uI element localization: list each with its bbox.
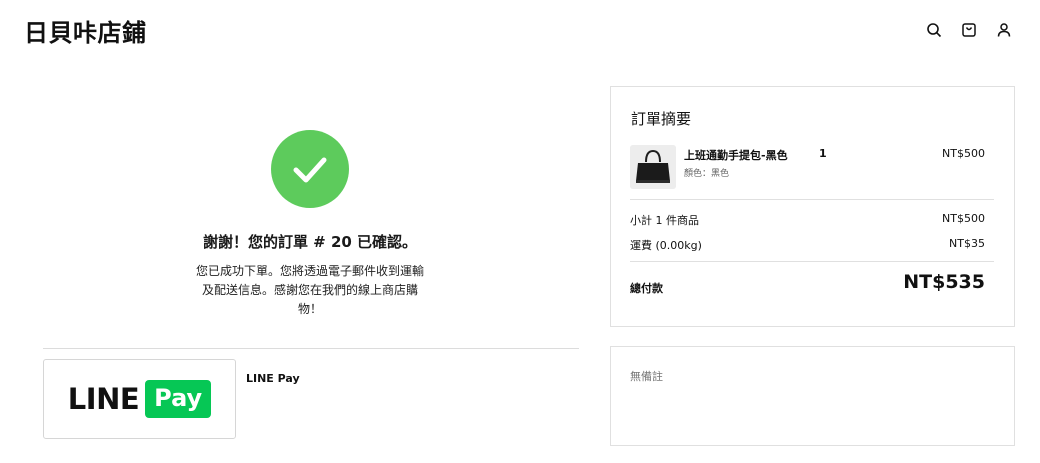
product-variant: 顏色：黑色 — [684, 169, 730, 179]
total-label: 總付款 — [630, 282, 663, 295]
subtotal-label: 小計 1 件商品 — [630, 214, 699, 227]
order-summary-title: 訂單摘要 — [631, 110, 692, 128]
shipping-label: 運費 (0.00kg) — [630, 239, 702, 252]
user-icon[interactable] — [996, 22, 1012, 38]
divider — [43, 348, 579, 349]
summary-divider — [630, 199, 994, 200]
shipping-value: NT$35 — [949, 237, 985, 250]
confirmation-message: 您已成功下單。您將透過電子郵件收到運輸及配送信息。感謝您在我們的線上商店購物！ — [195, 264, 424, 316]
line-pay-logo-pay: Pay — [145, 380, 212, 418]
shopping-bag-icon[interactable] — [961, 22, 977, 38]
total-value: NT$535 — [903, 271, 985, 293]
store-title[interactable]: 日貝咔店鋪 — [24, 13, 147, 48]
summary-divider — [630, 261, 994, 262]
line-pay-logo-line: LINE — [67, 382, 140, 416]
subtotal-value: NT$500 — [942, 212, 985, 225]
product-price: NT$500 — [942, 147, 985, 160]
order-note-text: 無備註 — [630, 370, 663, 383]
product-name[interactable]: 上班通勤手提包-黑色 — [684, 147, 788, 163]
order-summary-card: 訂單摘要 上班通勤手提包-黑色 1 NT$500 顏色：黑色 小計 1 件商品 … — [610, 86, 1015, 327]
payment-method-name: LINE Pay — [246, 372, 300, 385]
order-confirmation: 謝謝！您的訂單 # 20 已確認。 您已成功下單。您將透過電子郵件收到運輸及配送… — [40, 130, 580, 319]
order-note-card: 無備註 — [610, 346, 1015, 446]
search-icon[interactable] — [926, 22, 942, 38]
product-thumbnail — [630, 145, 676, 189]
confirmation-heading: 謝謝！您的訂單 # 20 已確認。 — [202, 233, 418, 251]
product-quantity: 1 — [819, 147, 827, 160]
checkmark-icon — [271, 130, 349, 208]
header-icons — [926, 22, 1012, 38]
line-pay-logo: LINE Pay — [43, 359, 236, 439]
